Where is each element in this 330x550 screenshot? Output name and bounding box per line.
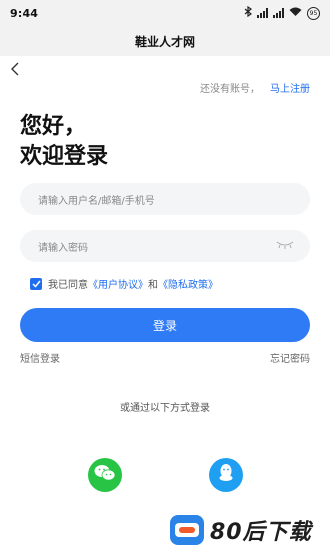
wechat-icon	[94, 464, 116, 486]
signal-icon	[257, 8, 268, 18]
wifi-icon	[289, 7, 302, 20]
agree-prefix: 我已同意	[48, 280, 88, 291]
agreement-row: 我已同意 《用户协议》 和 《隐私政策》	[30, 276, 218, 291]
sms-login-link[interactable]: 短信登录	[20, 350, 60, 365]
greeting: 您好， 欢迎登录	[20, 112, 108, 172]
username-placeholder: 请输入用户名/邮箱/手机号	[38, 195, 155, 207]
username-field[interactable]: 请输入用户名/邮箱/手机号	[20, 183, 310, 215]
status-icons: 95	[244, 5, 320, 20]
app-title-bar: 鞋业人才网	[0, 26, 330, 56]
alt-login-text: 或通过以下方式登录	[120, 403, 210, 414]
register-prompt-text: 还没有账号，	[200, 84, 260, 95]
eye-closed-icon[interactable]	[276, 240, 294, 250]
register-link[interactable]: 马上注册	[270, 84, 310, 95]
password-placeholder: 请输入密码	[38, 242, 88, 254]
watermark: 80后下载	[170, 514, 312, 546]
qq-icon	[218, 463, 234, 487]
agree-checkbox[interactable]	[30, 277, 42, 290]
watermark-text: 80后下载	[210, 520, 312, 545]
login-button[interactable]: 登录	[20, 308, 310, 342]
agree-and: 和	[148, 280, 158, 291]
password-field[interactable]: 请输入密码	[20, 230, 310, 262]
register-prompt: 还没有账号， 马上注册	[200, 80, 310, 95]
app-title: 鞋业人才网	[134, 34, 195, 49]
wechat-login-button[interactable]	[88, 458, 122, 492]
forgot-password-link[interactable]: 忘记密码	[270, 350, 310, 365]
watermark-logo-icon	[170, 515, 204, 545]
user-agreement-link[interactable]: 《用户协议》	[88, 276, 148, 291]
greeting-line-1: 您好，	[20, 114, 87, 139]
privacy-policy-link[interactable]: 《隐私政策》	[158, 276, 218, 291]
greeting-line-2: 欢迎登录	[20, 144, 109, 169]
status-time: 9:44	[10, 6, 39, 20]
battery-icon: 95	[307, 6, 320, 20]
qq-login-button[interactable]	[209, 458, 243, 492]
bluetooth-icon	[244, 5, 253, 20]
back-arrow-icon[interactable]	[10, 62, 26, 80]
signal-icon-2	[273, 8, 284, 18]
status-bar: 9:44 95	[0, 0, 330, 26]
